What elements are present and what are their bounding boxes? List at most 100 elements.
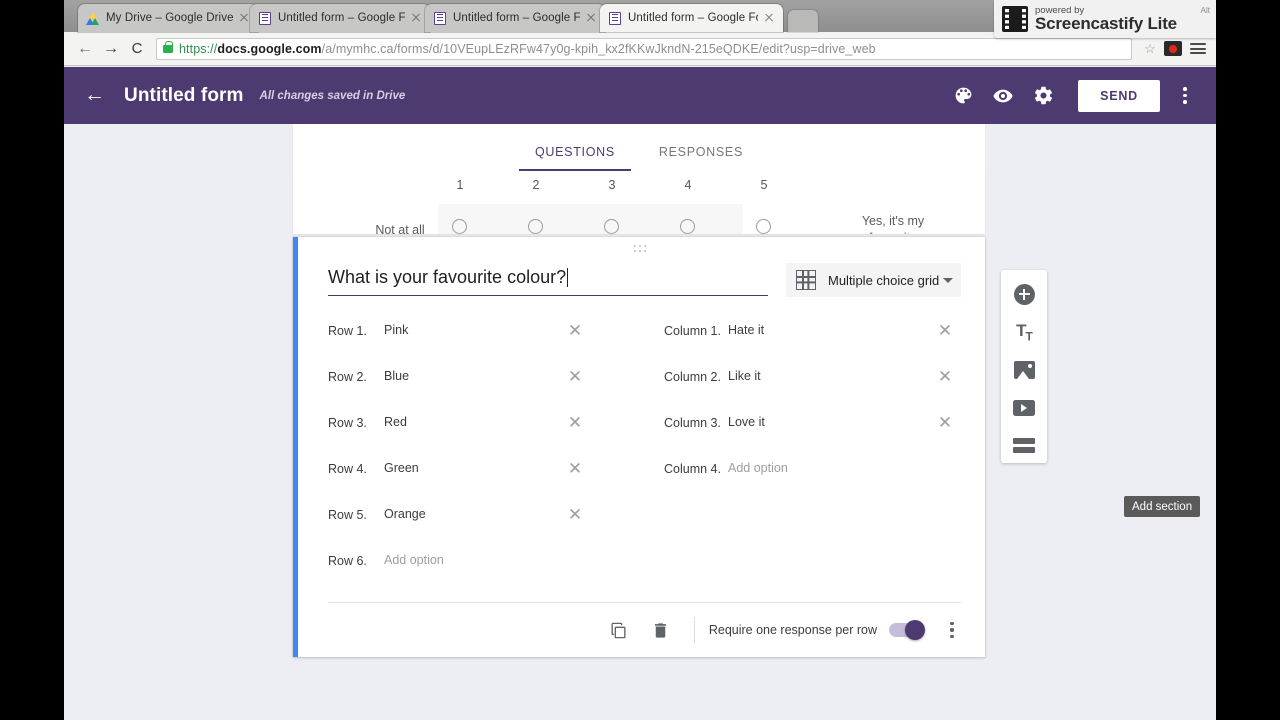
tab-questions[interactable]: QUESTIONS bbox=[513, 145, 637, 171]
trash-icon[interactable] bbox=[644, 613, 678, 647]
close-icon[interactable] bbox=[238, 12, 250, 24]
url-scheme: https:// bbox=[179, 41, 218, 56]
palette-icon[interactable] bbox=[946, 79, 980, 113]
remove-column-icon[interactable]: ✕ bbox=[934, 412, 956, 434]
remove-column-icon[interactable]: ✕ bbox=[934, 366, 956, 388]
grid-icon bbox=[796, 270, 816, 290]
question-title-field[interactable]: What is your favourite colour? bbox=[328, 267, 768, 296]
columns-list: Column 1. Hate it ✕ Column 2. Like it ✕ … bbox=[664, 320, 956, 507]
screen: My Drive – Google Drive Untitled form – … bbox=[0, 0, 1280, 720]
drive-icon bbox=[86, 11, 100, 25]
scale-radio-5[interactable] bbox=[756, 219, 771, 234]
column-value[interactable]: Love it bbox=[728, 415, 954, 429]
question-type-selector[interactable]: Multiple choice grid bbox=[786, 263, 961, 297]
column-option-4-add[interactable]: Column 4. Add option bbox=[664, 461, 954, 507]
row-index: Row 5. bbox=[328, 508, 367, 522]
preview-eye-icon[interactable] bbox=[986, 79, 1020, 113]
browser-tab-2[interactable]: Untitled form – Google For bbox=[425, 4, 605, 32]
send-button[interactable]: SEND bbox=[1078, 79, 1160, 112]
close-icon[interactable] bbox=[410, 12, 422, 24]
rows-list: Row 1. Pink ✕ Row 2. Blue ✕ Row 3. Red ✕ bbox=[328, 320, 618, 599]
remove-row-icon[interactable]: ✕ bbox=[564, 504, 586, 526]
new-tab-button[interactable] bbox=[788, 10, 818, 32]
column-option-3[interactable]: Column 3. Love it ✕ bbox=[664, 412, 956, 461]
question-more-options-icon[interactable] bbox=[939, 613, 965, 647]
add-video-icon[interactable] bbox=[1012, 396, 1036, 420]
column-value[interactable]: Like it bbox=[728, 369, 954, 383]
scale-number: 3 bbox=[608, 178, 616, 192]
add-section-icon[interactable] bbox=[1012, 434, 1036, 458]
column-option-2[interactable]: Column 2. Like it ✕ bbox=[664, 366, 956, 415]
close-icon[interactable] bbox=[763, 12, 775, 24]
browser-tab-3[interactable]: Untitled form – Google For bbox=[600, 4, 783, 32]
browser-tab-label: Untitled form – Google For bbox=[278, 12, 405, 24]
question-card[interactable]: What is your favourite colour? Multiple … bbox=[293, 237, 985, 657]
remove-column-icon[interactable]: ✕ bbox=[934, 320, 956, 342]
remove-row-icon[interactable]: ✕ bbox=[564, 366, 586, 388]
add-row-option[interactable]: Add option bbox=[384, 553, 618, 567]
row-option-1[interactable]: Row 1. Pink ✕ bbox=[328, 320, 618, 369]
back-icon[interactable]: ← bbox=[72, 36, 98, 62]
film-icon bbox=[1002, 6, 1028, 32]
column-index: Column 1. bbox=[664, 324, 721, 338]
scale-right-label: Yes, it's my favourite bbox=[861, 214, 925, 234]
add-title-icon[interactable]: TT bbox=[1012, 320, 1036, 344]
browser-window: My Drive – Google Drive Untitled form – … bbox=[64, 0, 1216, 720]
question-card-footer: Require one response per row bbox=[298, 603, 985, 657]
add-column-option[interactable]: Add option bbox=[728, 461, 954, 475]
close-icon[interactable] bbox=[585, 12, 597, 24]
browser-tab-label: Untitled form – Google For bbox=[628, 12, 758, 24]
chevron-down-icon bbox=[943, 277, 954, 283]
require-response-toggle[interactable] bbox=[889, 620, 925, 640]
more-options-icon[interactable] bbox=[1172, 79, 1198, 113]
watermark-product: Screencastify Lite bbox=[1035, 14, 1177, 34]
duplicate-icon[interactable] bbox=[602, 613, 636, 647]
form-title[interactable]: Untitled form bbox=[124, 85, 244, 107]
bookmark-star-icon[interactable]: ☆ bbox=[1142, 41, 1158, 57]
add-image-icon[interactable] bbox=[1012, 358, 1036, 382]
remove-row-icon[interactable]: ✕ bbox=[564, 320, 586, 342]
gear-icon[interactable] bbox=[1026, 79, 1060, 113]
reload-icon[interactable]: C bbox=[124, 36, 150, 62]
save-status: All changes saved in Drive bbox=[259, 89, 406, 102]
scale-radio-2[interactable] bbox=[528, 219, 543, 234]
url-path: /a/mymhc.ca/forms/d/10VEupLEzRFw47y0g-kp… bbox=[321, 41, 876, 56]
column-index: Column 2. bbox=[664, 370, 721, 384]
browser-tab-0[interactable]: My Drive – Google Drive bbox=[78, 4, 258, 32]
scale-radio-3[interactable] bbox=[604, 219, 619, 234]
add-section-tooltip: Add section bbox=[1124, 496, 1201, 517]
back-to-drive-icon[interactable]: ← bbox=[84, 83, 110, 109]
address-bar[interactable]: https://docs.google.com/a/mymhc.ca/forms… bbox=[156, 37, 1132, 60]
forms-icon bbox=[608, 11, 622, 25]
row-option-3[interactable]: Row 3. Red ✕ bbox=[328, 412, 618, 461]
remove-row-icon[interactable]: ✕ bbox=[564, 458, 586, 480]
scale-radio-4[interactable] bbox=[680, 219, 695, 234]
forms-app: ← Untitled form All changes saved in Dri… bbox=[64, 67, 1216, 720]
remove-row-icon[interactable]: ✕ bbox=[564, 412, 586, 434]
watermark-text: powered by Screencastify Lite bbox=[1035, 6, 1177, 33]
scale-number: 5 bbox=[760, 178, 768, 192]
drag-handle-icon[interactable] bbox=[633, 245, 650, 253]
tab-responses[interactable]: RESPONSES bbox=[637, 145, 765, 171]
screencastify-extension-icon[interactable] bbox=[1164, 41, 1182, 56]
scale-band bbox=[438, 204, 743, 234]
scale-number-row: 1 2 3 4 5 bbox=[293, 178, 985, 198]
form-add-toolbar: TT bbox=[1001, 270, 1047, 463]
scale-number: 4 bbox=[684, 178, 692, 192]
scale-left-label: Not at all bbox=[375, 223, 425, 234]
browser-menu-icon[interactable] bbox=[1190, 42, 1206, 55]
forward-icon[interactable]: → bbox=[98, 36, 124, 62]
previous-question-card[interactable]: 1 2 3 4 5 Not at all Yes, it's my favour… bbox=[293, 171, 985, 234]
row-option-2[interactable]: Row 2. Blue ✕ bbox=[328, 366, 618, 415]
text-caret bbox=[567, 268, 569, 287]
column-option-1[interactable]: Column 1. Hate it ✕ bbox=[664, 320, 956, 369]
add-question-icon[interactable] bbox=[1012, 282, 1036, 306]
browser-tab-label: Untitled form – Google For bbox=[453, 12, 580, 24]
row-option-5[interactable]: Row 5. Orange ✕ bbox=[328, 504, 618, 553]
row-option-4[interactable]: Row 4. Green ✕ bbox=[328, 458, 618, 507]
question-type-label: Multiple choice grid bbox=[828, 272, 940, 288]
column-index: Column 4. bbox=[664, 462, 721, 476]
row-option-6-add[interactable]: Row 6. Add option bbox=[328, 553, 618, 599]
column-value[interactable]: Hate it bbox=[728, 323, 954, 337]
browser-tab-1[interactable]: Untitled form – Google For bbox=[250, 4, 430, 32]
